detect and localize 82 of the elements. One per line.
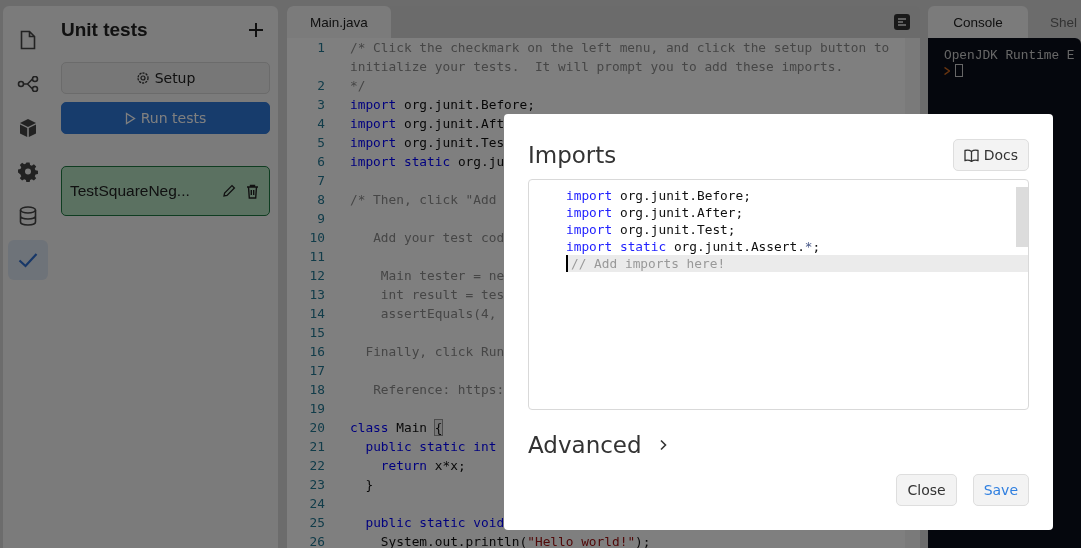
line-number: 24	[308, 495, 326, 513]
line-number: 1	[316, 39, 326, 57]
code-line: Reference: https:	[372, 381, 505, 399]
code-line: public static int	[364, 438, 497, 456]
code-line: public static void	[364, 514, 505, 532]
book-icon	[963, 148, 979, 162]
code-line: import org.junit.Tes	[350, 134, 505, 152]
line-number: 18	[308, 381, 326, 399]
database-icon	[19, 206, 37, 226]
share-icon	[17, 76, 39, 92]
sidebar-tab[interactable]	[8, 240, 48, 280]
line-number: 13	[308, 286, 326, 304]
console-output: OpenJDK Runtime E	[944, 48, 1076, 63]
setup-button[interactable]: Setup	[61, 62, 270, 94]
line-number: 9	[316, 210, 326, 228]
prompt-icon	[944, 66, 950, 75]
docs-button[interactable]: Docs	[952, 139, 1029, 171]
line-number: 17	[308, 362, 326, 380]
code-line: System.out.println("Hello world!");	[379, 533, 651, 548]
play-icon	[124, 111, 136, 125]
code-line: import org.junit.After;	[565, 204, 745, 221]
line-number: 12	[308, 267, 326, 285]
dialog-title: Imports	[528, 142, 617, 168]
trash-icon	[246, 183, 259, 199]
advanced-toggle[interactable]: Advanced	[528, 430, 668, 460]
dialog-button[interactable]: Close	[896, 474, 957, 506]
code-line: */	[350, 77, 366, 95]
line-number: 6	[316, 153, 326, 171]
code-line: Finally, click Run	[364, 343, 505, 361]
line-number: 14	[308, 305, 326, 323]
panel-title: Unit tests	[61, 19, 148, 41]
scrollbar-thumb[interactable]	[1016, 187, 1028, 247]
console-tab[interactable]: Shel	[1028, 6, 1078, 38]
line-number: 11	[308, 248, 326, 266]
line-number: 2	[316, 77, 326, 95]
code-line: /* Then, click "Add	[350, 191, 497, 209]
code-line: }	[364, 476, 374, 494]
delete-button[interactable]	[246, 183, 259, 199]
line-number: 5	[316, 134, 326, 152]
dialog-button[interactable]: Save	[972, 474, 1029, 506]
line-number: 23	[308, 476, 326, 494]
line-number: 7	[316, 172, 326, 190]
code-line: assertEquals(4,	[379, 305, 497, 323]
gear-icon	[18, 162, 38, 182]
gear-icon	[135, 71, 150, 85]
code-line: import org.junit.Test;	[565, 221, 737, 238]
edit-button[interactable]	[222, 184, 236, 198]
line-number: 19	[308, 400, 326, 418]
line-number: 26	[308, 533, 326, 548]
code-line: import org.junit.Aft	[350, 115, 505, 133]
line-number: 20	[308, 419, 326, 437]
plus-icon	[248, 22, 264, 38]
code-line: Main tester = ne	[379, 267, 505, 285]
line-number: 25	[308, 514, 326, 532]
run-tests-button[interactable]: Run tests	[61, 102, 270, 134]
pencil-icon	[222, 184, 236, 198]
test-name: TestSquareNeg...	[70, 182, 191, 200]
test-item[interactable]: TestSquareNeg...	[61, 166, 270, 216]
line-number: 3	[316, 96, 326, 114]
console-tab[interactable]: Console	[928, 6, 1028, 38]
code-line: int result = tes	[379, 286, 505, 304]
file-icon	[20, 30, 36, 50]
code-line: class Main {	[350, 419, 443, 437]
code-line: import static org.ju	[350, 153, 505, 171]
code-line: import org.junit.Before;	[565, 187, 752, 204]
line-number: 22	[308, 457, 326, 475]
code-line: /* Click the checkmark on the left menu, and click the setup button to initialize your tests. It will prompt you to add these imports.	[350, 39, 891, 76]
line-number: 4	[316, 115, 326, 133]
line-number: 8	[316, 191, 326, 209]
text-cursor	[955, 64, 963, 77]
file-tab[interactable]: Main.java	[287, 6, 391, 38]
check-icon	[18, 252, 38, 268]
line-number: 21	[308, 438, 326, 456]
code-line: import static org.junit.Assert.*;	[565, 238, 822, 255]
code-line: return x*x;	[379, 457, 466, 475]
line-number: 15	[308, 324, 326, 342]
cube-icon	[19, 118, 37, 138]
line-number: 16	[308, 343, 326, 361]
code-line: Add your test cod	[372, 229, 505, 247]
code-line: import org.junit.Before;	[350, 96, 535, 114]
text-align-icon[interactable]	[894, 14, 910, 30]
line-number: 10	[308, 229, 326, 247]
